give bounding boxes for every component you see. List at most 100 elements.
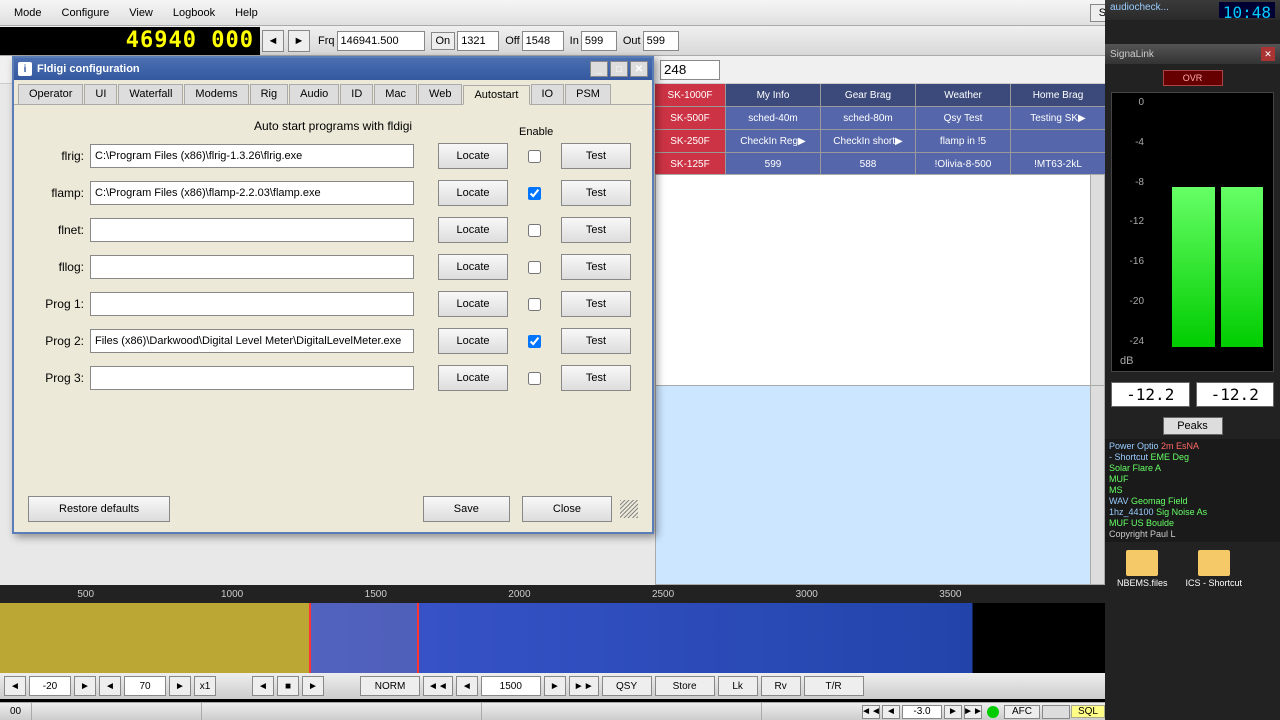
tab-waterfall[interactable]: Waterfall — [118, 84, 183, 104]
flnet-input[interactable] — [90, 218, 414, 242]
tab-web[interactable]: Web — [418, 84, 462, 104]
fllog-test[interactable]: Test — [561, 254, 631, 280]
sb-slider[interactable] — [1042, 705, 1070, 719]
wf-tr[interactable]: T/R — [804, 676, 864, 696]
prog3-test[interactable]: Test — [561, 365, 631, 391]
menu-view[interactable]: View — [119, 3, 163, 23]
macro-homebrag[interactable]: Home Brag — [1011, 84, 1105, 106]
sk-250f[interactable]: SK-250F — [655, 130, 725, 152]
sb-stepb-icon[interactable]: ◄ — [882, 705, 900, 719]
wf-rew-icon[interactable]: ◄ — [252, 676, 274, 696]
on-input[interactable] — [457, 31, 499, 51]
wf-next2-icon[interactable]: ► — [169, 676, 191, 696]
prog3-enable[interactable] — [528, 372, 541, 385]
field-248[interactable] — [660, 60, 720, 80]
nbems-icon[interactable]: NBEMS.files — [1117, 550, 1168, 588]
macro-588[interactable]: 588 — [821, 153, 915, 175]
freq-prev-icon[interactable]: ◄ — [262, 30, 284, 52]
off-input[interactable] — [522, 31, 564, 51]
maximize-icon[interactable]: □ — [610, 61, 628, 77]
frq-input[interactable] — [337, 31, 425, 51]
macro-myinfo[interactable]: My Info — [726, 84, 820, 106]
prog2-test[interactable]: Test — [561, 328, 631, 354]
wf-stop-icon[interactable]: ■ — [277, 676, 299, 696]
wf-prev2-icon[interactable]: ◄ — [99, 676, 121, 696]
flamp-test[interactable]: Test — [561, 180, 631, 206]
sb-skipf-icon[interactable]: ►► — [964, 705, 982, 719]
prog1-locate[interactable]: Locate — [438, 291, 508, 317]
wf-stepf-icon[interactable]: ► — [544, 676, 566, 696]
in-input[interactable] — [581, 31, 617, 51]
prog1-enable[interactable] — [528, 298, 541, 311]
close-icon[interactable]: ✕ — [630, 61, 648, 77]
macro-flamp[interactable]: flamp in !5 — [916, 130, 1010, 152]
tx-text-pane[interactable] — [655, 385, 1105, 585]
sb-afc[interactable]: AFC — [1004, 705, 1040, 719]
prog1-test[interactable]: Test — [561, 291, 631, 317]
tab-id[interactable]: ID — [340, 84, 373, 104]
restore-defaults-button[interactable]: Restore defaults — [28, 496, 170, 522]
flamp-input[interactable] — [90, 181, 414, 205]
prog1-input[interactable] — [90, 292, 414, 316]
ics-icon[interactable]: ICS - Shortcut — [1186, 550, 1243, 588]
wf-stepb-icon[interactable]: ◄ — [456, 676, 478, 696]
tab-psm[interactable]: PSM — [565, 84, 611, 104]
macro-mt63[interactable]: !MT63-2kL — [1011, 153, 1105, 175]
minimize-icon[interactable]: _ — [590, 61, 608, 77]
menu-configure[interactable]: Configure — [52, 3, 120, 23]
sk-500f[interactable]: SK-500F — [655, 107, 725, 129]
sk-1000f[interactable]: SK-1000F — [655, 84, 725, 106]
flrig-test[interactable]: Test — [561, 143, 631, 169]
wf-store[interactable]: Store — [655, 676, 715, 696]
tab-modems[interactable]: Modems — [184, 84, 248, 104]
macro-olivia[interactable]: !Olivia-8-500 — [916, 153, 1010, 175]
wf-play-icon[interactable]: ► — [302, 676, 324, 696]
flnet-locate[interactable]: Locate — [438, 217, 508, 243]
wf-neg20[interactable]: -20 — [29, 676, 71, 696]
close-button[interactable]: Close — [522, 496, 612, 522]
fllog-input[interactable] — [90, 255, 414, 279]
wf-prev-icon[interactable]: ◄ — [4, 676, 26, 696]
frequency-display[interactable]: 46940 000 — [0, 27, 260, 55]
sb-skipb-icon[interactable]: ◄◄ — [862, 705, 880, 719]
tx-scrollbar[interactable] — [1090, 386, 1104, 584]
prog3-locate[interactable]: Locate — [438, 365, 508, 391]
macro-empty[interactable] — [1011, 130, 1105, 152]
wf-norm[interactable]: NORM — [360, 676, 420, 696]
prog2-locate[interactable]: Locate — [438, 328, 508, 354]
wf-rv[interactable]: Rv — [761, 676, 801, 696]
macro-gearbrag[interactable]: Gear Brag — [821, 84, 915, 106]
menu-help[interactable]: Help — [225, 3, 268, 23]
flrig-locate[interactable]: Locate — [438, 143, 508, 169]
fllog-enable[interactable] — [528, 261, 541, 274]
flamp-enable[interactable] — [528, 187, 541, 200]
menu-logbook[interactable]: Logbook — [163, 3, 225, 23]
wf-70[interactable]: 70 — [124, 676, 166, 696]
prog2-enable[interactable] — [528, 335, 541, 348]
flrig-enable[interactable] — [528, 150, 541, 163]
prog2-input[interactable] — [90, 329, 414, 353]
sb-stepf-icon[interactable]: ► — [944, 705, 962, 719]
wf-x1[interactable]: x1 — [194, 676, 216, 696]
menu-mode[interactable]: Mode — [4, 3, 52, 23]
dialog-titlebar[interactable]: i Fldigi configuration _ □ ✕ — [14, 58, 652, 80]
fllog-locate[interactable]: Locate — [438, 254, 508, 280]
macro-testingsk[interactable]: Testing SK▶ — [1011, 107, 1105, 129]
sk-125f[interactable]: SK-125F — [655, 153, 725, 175]
sb-afc-val[interactable]: -3.0 — [902, 705, 942, 719]
wf-skipf-icon[interactable]: ►► — [569, 676, 599, 696]
tab-audio[interactable]: Audio — [289, 84, 339, 104]
wf-lk[interactable]: Lk — [718, 676, 758, 696]
tab-autostart[interactable]: Autostart — [463, 85, 529, 105]
meter-close-icon[interactable]: ✕ — [1261, 47, 1275, 61]
save-button[interactable]: Save — [423, 496, 510, 522]
on-label[interactable]: On — [431, 32, 456, 50]
macro-checkinreg[interactable]: CheckIn Reg▶ — [726, 130, 820, 152]
tab-ui[interactable]: UI — [84, 84, 117, 104]
tab-mac[interactable]: Mac — [374, 84, 417, 104]
macro-qsytest[interactable]: Qsy Test — [916, 107, 1010, 129]
macro-checkinshort[interactable]: CheckIn short▶ — [821, 130, 915, 152]
tab-rig[interactable]: Rig — [250, 84, 289, 104]
sb-sql[interactable]: SQL — [1071, 705, 1105, 718]
flnet-test[interactable]: Test — [561, 217, 631, 243]
